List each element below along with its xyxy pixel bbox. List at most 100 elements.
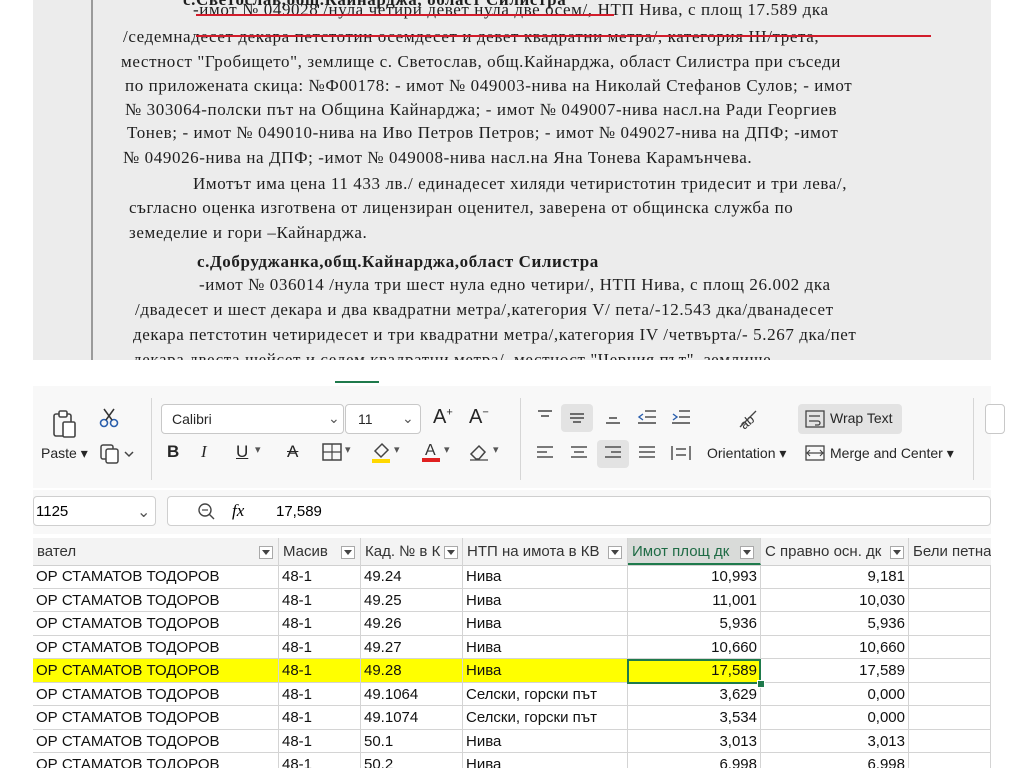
table-cell-blank[interactable]: [909, 659, 991, 683]
table-cell-area[interactable]: 6,998: [628, 753, 761, 768]
table-cell-legal[interactable]: 0,000: [761, 682, 909, 706]
filter-dropdown-icon[interactable]: [890, 546, 904, 559]
chevron-down-icon[interactable]: ▾: [345, 443, 351, 456]
table-cell-owner[interactable]: ОР СТАМАТОВ ТОДОРОВ: [33, 612, 279, 636]
table-cell-masiv[interactable]: 48-1: [279, 565, 361, 589]
clear-formatting-icon[interactable]: [467, 441, 491, 463]
table-cell-ntp[interactable]: Нива: [463, 659, 628, 683]
align-top-icon[interactable]: [533, 406, 557, 428]
table-cell-masiv[interactable]: 48-1: [279, 706, 361, 730]
table-cell-area[interactable]: 5,936: [628, 612, 761, 636]
table-cell-kad[interactable]: 49.28: [361, 659, 463, 683]
table-cell-blank[interactable]: [909, 753, 991, 768]
table-cell-area[interactable]: 11,001: [628, 588, 761, 612]
table-cell-blank[interactable]: [909, 682, 991, 706]
table-cell-masiv[interactable]: 48-1: [279, 659, 361, 683]
zoom-icon[interactable]: [196, 501, 216, 521]
chevron-down-icon[interactable]: ▾: [255, 443, 261, 456]
table-cell-owner[interactable]: ОР СТАМАТОВ ТОДОРОВ: [33, 682, 279, 706]
table-cell-ntp[interactable]: Нива: [463, 588, 628, 612]
table-cell-kad[interactable]: 49.26: [361, 612, 463, 636]
formula-input[interactable]: fx 17,589: [167, 496, 991, 526]
table-cell-owner[interactable]: ОР СТАМАТОВ ТОДОРОВ: [33, 706, 279, 730]
table-cell-legal[interactable]: 17,589: [761, 659, 909, 683]
chevron-down-icon[interactable]: ▾: [947, 445, 954, 461]
filter-dropdown-icon[interactable]: [444, 546, 458, 559]
table-cell-blank[interactable]: [909, 706, 991, 730]
table-cell-area[interactable]: 17,589: [628, 659, 761, 683]
table-cell-ntp[interactable]: Нива: [463, 635, 628, 659]
table-cell-ntp[interactable]: Селски, горски път: [463, 706, 628, 730]
table-cell-masiv[interactable]: 48-1: [279, 612, 361, 636]
filter-dropdown-icon[interactable]: [740, 546, 754, 559]
column-header[interactable]: Бели петна: [909, 538, 991, 565]
name-box[interactable]: 1125 ⌄: [33, 496, 156, 526]
paste-button[interactable]: Paste ▾: [41, 445, 88, 462]
chevron-down-icon[interactable]: ⌄: [402, 410, 414, 427]
table-cell-area[interactable]: 3,534: [628, 706, 761, 730]
merge-center-icon[interactable]: [803, 442, 827, 464]
strikethrough-icon[interactable]: A: [287, 442, 298, 462]
bold-icon[interactable]: B: [167, 442, 179, 462]
table-cell-ntp[interactable]: Нива: [463, 729, 628, 753]
table-cell-owner[interactable]: ОР СТАМАТОВ ТОДОРОВ: [33, 588, 279, 612]
merge-center-button[interactable]: Merge and Center ▾: [830, 445, 954, 462]
chevron-down-icon[interactable]: ▾: [444, 443, 450, 456]
orientation-button[interactable]: Orientation ▾: [707, 445, 786, 462]
table-cell-legal[interactable]: 10,660: [761, 635, 909, 659]
filter-dropdown-icon[interactable]: [259, 546, 273, 559]
decrease-font-size-icon[interactable]: A−: [469, 406, 489, 429]
orientation-icon[interactable]: ab: [733, 404, 763, 434]
underline-icon[interactable]: U: [236, 442, 248, 462]
column-header[interactable]: вател: [33, 538, 279, 565]
wrap-text-button[interactable]: Wrap Text: [830, 410, 893, 426]
table-cell-ntp[interactable]: Нива: [463, 753, 628, 768]
table-cell-kad[interactable]: 50.2: [361, 753, 463, 768]
table-cell-legal[interactable]: 6,998: [761, 753, 909, 768]
table-cell-owner[interactable]: ОР СТАМАТОВ ТОДОРОВ: [33, 635, 279, 659]
decrease-indent-icon[interactable]: [635, 406, 659, 428]
fill-handle[interactable]: [757, 680, 765, 688]
table-cell-blank[interactable]: [909, 588, 991, 612]
table-cell-blank[interactable]: [909, 635, 991, 659]
table-cell-area[interactable]: 10,660: [628, 635, 761, 659]
table-cell-masiv[interactable]: 48-1: [279, 682, 361, 706]
chevron-down-icon[interactable]: ▾: [81, 445, 88, 461]
insert-function-icon[interactable]: fx: [232, 501, 244, 521]
italic-icon[interactable]: I: [201, 442, 207, 462]
distributed-icon[interactable]: [669, 442, 693, 464]
table-cell-kad[interactable]: 49.1074: [361, 706, 463, 730]
table-cell-legal[interactable]: 5,936: [761, 612, 909, 636]
table-cell-area[interactable]: 3,013: [628, 729, 761, 753]
column-header[interactable]: НТП на имота в КВ: [463, 538, 628, 565]
table-cell-owner[interactable]: ОР СТАМАТОВ ТОДОРОВ: [33, 729, 279, 753]
paste-icon[interactable]: [49, 408, 81, 440]
table-cell-kad[interactable]: 49.27: [361, 635, 463, 659]
table-cell-blank[interactable]: [909, 729, 991, 753]
table-cell-kad[interactable]: 50.1: [361, 729, 463, 753]
table-cell-ntp[interactable]: Селски, горски път: [463, 682, 628, 706]
table-cell-kad[interactable]: 49.25: [361, 588, 463, 612]
filter-dropdown-icon[interactable]: [341, 546, 355, 559]
justify-icon[interactable]: [635, 442, 659, 464]
wrap-text-icon[interactable]: [803, 408, 827, 430]
chevron-down-icon[interactable]: ▾: [779, 445, 786, 461]
table-cell-area[interactable]: 3,629: [628, 682, 761, 706]
align-left-icon[interactable]: [533, 442, 557, 464]
table-cell-blank[interactable]: [909, 565, 991, 589]
chevron-down-icon[interactable]: ▾: [394, 443, 400, 456]
table-cell-masiv[interactable]: 48-1: [279, 729, 361, 753]
chevron-down-icon[interactable]: ⌄: [328, 410, 340, 427]
table-cell-kad[interactable]: 49.1064: [361, 682, 463, 706]
table-cell-kad[interactable]: 49.24: [361, 565, 463, 589]
align-center-icon[interactable]: [567, 442, 591, 464]
table-cell-owner[interactable]: ОР СТАМАТОВ ТОДОРОВ: [33, 659, 279, 683]
font-color-icon[interactable]: A: [419, 438, 443, 464]
borders-icon[interactable]: [320, 442, 344, 462]
filter-dropdown-icon[interactable]: [608, 546, 622, 559]
font-name-dropdown[interactable]: Calibri ⌄: [161, 404, 344, 434]
table-cell-ntp[interactable]: Нива: [463, 565, 628, 589]
increase-indent-icon[interactable]: [669, 406, 693, 428]
chevron-down-icon[interactable]: ⌄: [137, 502, 150, 522]
fill-color-icon[interactable]: [369, 439, 393, 465]
